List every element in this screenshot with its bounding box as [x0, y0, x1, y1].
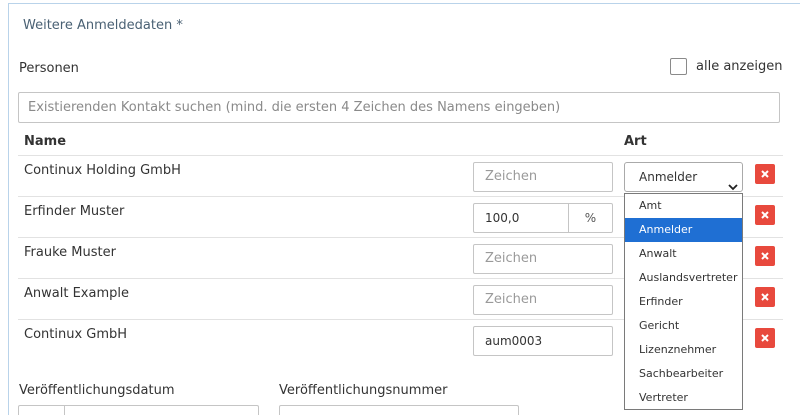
- publication-date-input[interactable]: [18, 405, 259, 415]
- person-field-input[interactable]: aum0003: [473, 326, 613, 356]
- dropdown-option-selected[interactable]: Anmelder: [625, 218, 742, 242]
- person-type-dropdown: Amt Anmelder Anwalt Auslandsvertreter Er…: [624, 193, 743, 410]
- row-divider: [18, 155, 783, 156]
- dropdown-option[interactable]: Anwalt: [625, 242, 742, 266]
- person-name: Continux GmbH: [24, 327, 128, 342]
- persons-label: Personen: [19, 61, 79, 76]
- dropdown-option[interactable]: Lizenznehmer: [625, 338, 742, 362]
- delete-x-icon: [761, 211, 769, 219]
- show-all-toggle[interactable]: alle anzeigen: [670, 58, 782, 75]
- dropdown-option[interactable]: Erfinder: [625, 290, 742, 314]
- share-percent-input-group: 100,0 %: [473, 203, 613, 233]
- dropdown-option[interactable]: Sachbearbeiter: [625, 362, 742, 386]
- dropdown-option[interactable]: Gericht: [625, 314, 742, 338]
- person-field-input[interactable]: Zeichen: [473, 162, 613, 192]
- person-name: Anwalt Example: [24, 286, 129, 301]
- delete-person-button[interactable]: [755, 287, 775, 307]
- person-type-select[interactable]: Anmelder: [624, 162, 743, 192]
- dropdown-option[interactable]: Amt: [625, 194, 742, 218]
- delete-x-icon: [761, 170, 769, 178]
- person-name: Frauke Muster: [24, 245, 116, 260]
- delete-x-icon: [761, 252, 769, 260]
- calendar-icon[interactable]: [19, 406, 65, 415]
- delete-person-button[interactable]: [755, 205, 775, 225]
- share-percent-input[interactable]: 100,0: [474, 204, 569, 232]
- column-header-type: Art: [624, 134, 647, 149]
- section-title: Weitere Anmeldedaten *: [23, 18, 183, 33]
- contact-search-input[interactable]: Existierenden Kontakt suchen (mind. die …: [18, 92, 780, 123]
- delete-x-icon: [761, 293, 769, 301]
- delete-x-icon: [761, 334, 769, 342]
- person-name: Erfinder Muster: [24, 204, 125, 219]
- person-field-input[interactable]: Zeichen: [473, 244, 613, 274]
- publication-number-input[interactable]: [279, 405, 519, 415]
- publication-date-label: Veröffentlichungsdatum: [19, 383, 175, 398]
- column-header-name: Name: [24, 134, 67, 149]
- publication-number-label: Veröffentlichungsnummer: [279, 383, 448, 398]
- delete-person-button[interactable]: [755, 246, 775, 266]
- dropdown-option[interactable]: Vertreter: [625, 386, 742, 410]
- person-name: Continux Holding GmbH: [24, 163, 181, 178]
- person-field-input[interactable]: Zeichen: [473, 285, 613, 315]
- dropdown-option[interactable]: Auslandsvertreter: [625, 266, 742, 290]
- person-type-select-value: Anmelder: [639, 170, 698, 184]
- show-all-checkbox[interactable]: [670, 58, 687, 75]
- show-all-label: alle anzeigen: [696, 59, 783, 74]
- delete-person-button[interactable]: [755, 164, 775, 184]
- delete-person-button[interactable]: [755, 328, 775, 348]
- percent-addon: %: [584, 211, 597, 225]
